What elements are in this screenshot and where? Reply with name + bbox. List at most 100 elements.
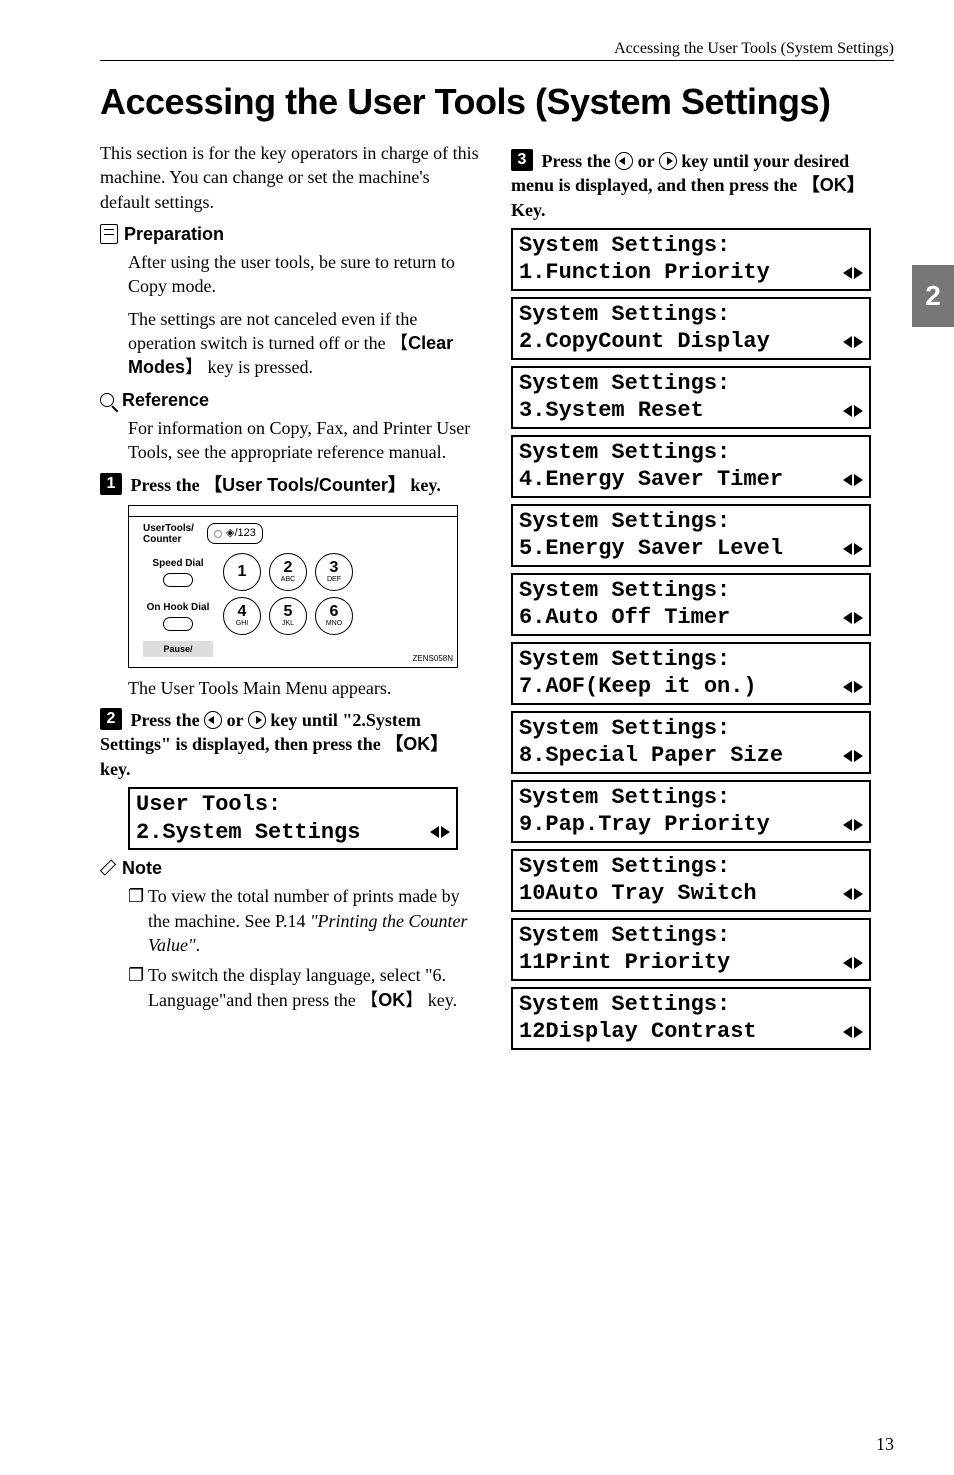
step-1-text: Press the 【User Tools/Counter】 key. — [131, 475, 441, 495]
lcd-stack: System Settings:1.Function PrioritySyste… — [511, 228, 894, 1050]
lcd-line1: System Settings: — [519, 577, 730, 605]
lcd-line2: 2.CopyCount Display — [519, 328, 770, 356]
lcd-line1: System Settings: — [519, 922, 730, 950]
s1b: key. — [406, 475, 441, 495]
lcd-line1: System Settings: — [519, 784, 730, 812]
ok-key-n2: OK — [378, 990, 405, 1010]
lcd-system-settings-11: System Settings:11Print Priority — [511, 918, 871, 981]
onhook-block: On Hook Dial — [143, 601, 213, 631]
note-heading: Note — [100, 856, 483, 880]
lcd-system-settings-5: System Settings:5.Energy Saver Level — [511, 504, 871, 567]
lr-arrow-icon — [843, 540, 863, 558]
note-item-1: To view the total number of prints made … — [128, 884, 483, 957]
page-number: 13 — [876, 1434, 894, 1455]
lcd-line1: System Settings: — [519, 508, 730, 536]
left-column: This section is for the key operators in… — [100, 141, 483, 1056]
k3: 3 — [330, 560, 339, 576]
ok-key-s3: OK — [820, 175, 847, 195]
lcd-line2: 9.Pap.Tray Priority — [519, 811, 770, 839]
k4s: GHI — [236, 620, 248, 627]
pause-redial-label: Pause/ Redial — [143, 641, 213, 657]
k3s: DEF — [327, 576, 341, 583]
lcd2-l1: User Tools: — [136, 791, 281, 819]
led-icon — [214, 530, 222, 538]
k4: 4 — [238, 604, 247, 620]
k6s: MNO — [326, 620, 342, 627]
usertools-glyph: ◈/123 — [226, 526, 256, 541]
lcd-system-settings-3: System Settings:3.System Reset — [511, 366, 871, 429]
lr-arrow-icon — [843, 885, 863, 903]
key-2: 2ABC — [269, 553, 307, 591]
lr-arrow-icon — [843, 816, 863, 834]
lcd-line1: System Settings: — [519, 301, 730, 329]
prep-2b: key is pressed. — [203, 357, 313, 377]
n1c: . — [196, 935, 201, 955]
lcd-system-settings-12: System Settings:12Display Contrast — [511, 987, 871, 1050]
prep-para-2: The settings are not canceled even if th… — [128, 307, 483, 380]
onhook-label: On Hook Dial — [143, 601, 213, 615]
ut-l1: UserTools/ — [143, 523, 194, 534]
row-1: Speed Dial 1 2ABC 3DEF — [143, 553, 447, 591]
s2d: key. — [100, 759, 131, 779]
onhook-button — [163, 617, 193, 631]
lcd-line2: 11Print Priority — [519, 949, 730, 977]
s3b: or — [633, 151, 659, 171]
prep-para-1: After using the user tools, be sure to r… — [128, 250, 483, 299]
running-header: Accessing the User Tools (System Setting… — [100, 40, 894, 61]
s1a: Press the — [131, 475, 205, 495]
lcd-line2: 4.Energy Saver Timer — [519, 466, 783, 494]
lcd-line1: System Settings: — [519, 991, 730, 1019]
figure-caption: ZENS058N — [413, 654, 453, 665]
lcd-line1: System Settings: — [519, 853, 730, 881]
right-arrow-key-icon-2 — [659, 152, 677, 170]
key-6: 6MNO — [315, 597, 353, 635]
lr-arrow-icon — [843, 471, 863, 489]
lcd-line2: 7.AOF(Keep it on.) — [519, 673, 757, 701]
ut-l2: Counter — [143, 534, 181, 545]
lr-arrow-icon — [843, 333, 863, 351]
page-title: Accessing the User Tools (System Setting… — [100, 81, 894, 123]
lcd-line2: 3.System Reset — [519, 397, 704, 425]
lcd-system-settings-6: System Settings:6.Auto Off Timer — [511, 573, 871, 636]
lcd-system-settings-9: System Settings:9.Pap.Tray Priority — [511, 780, 871, 843]
step-3-text: Press the or key until your desired menu… — [511, 151, 865, 220]
content-columns: This section is for the key operators in… — [100, 141, 894, 1056]
lcd-line1: System Settings: — [519, 370, 730, 398]
speed-dial-block: Speed Dial — [143, 557, 213, 587]
lcd-line2: 8.Special Paper Size — [519, 742, 783, 770]
preparation-heading: Preparation — [100, 222, 483, 246]
reference-text: For information on Copy, Fax, and Printe… — [128, 416, 483, 465]
n2b: key. — [423, 990, 457, 1010]
k5s: JKL — [282, 620, 294, 627]
k5: 5 — [284, 604, 293, 620]
pause-l: Pause/ — [163, 644, 192, 654]
lcd-line1: System Settings: — [519, 715, 730, 743]
row-2: On Hook Dial 4GHI 5JKL 6MNO — [143, 597, 447, 635]
chapter-tab: 2 — [912, 265, 954, 327]
row-3: Pause/ Redial — [143, 641, 447, 657]
note-list: To view the total number of prints made … — [128, 884, 483, 1011]
lcd-line1: System Settings: — [519, 232, 730, 260]
k6: 6 — [330, 604, 339, 620]
note-label: Note — [122, 856, 162, 880]
lr-arrow-icon — [843, 954, 863, 972]
step-2-badge: 2 — [100, 708, 122, 730]
lr-arrow-icon — [430, 823, 450, 841]
lcd-line2: 10Auto Tray Switch — [519, 880, 757, 908]
user-tools-key: User Tools/Counter — [222, 475, 388, 495]
key-3: 3DEF — [315, 553, 353, 591]
pencil-icon — [100, 860, 116, 876]
k2s: ABC — [281, 576, 295, 583]
clipboard-icon — [100, 224, 118, 244]
redial-l: Redial — [164, 656, 191, 657]
s3d: Key. — [511, 200, 546, 220]
lcd-user-tools: User Tools: 2.System Settings — [128, 787, 458, 850]
lcd2-l2: 2.System Settings — [136, 819, 360, 847]
lr-arrow-icon — [843, 747, 863, 765]
intro-text: This section is for the key operators in… — [100, 141, 483, 214]
usertools-row: UserTools/ Counter ◈/123 — [143, 523, 447, 545]
s3a: Press the — [542, 151, 616, 171]
key-4: 4GHI — [223, 597, 261, 635]
lcd-line2: 6.Auto Off Timer — [519, 604, 730, 632]
speed-dial-button — [163, 573, 193, 587]
